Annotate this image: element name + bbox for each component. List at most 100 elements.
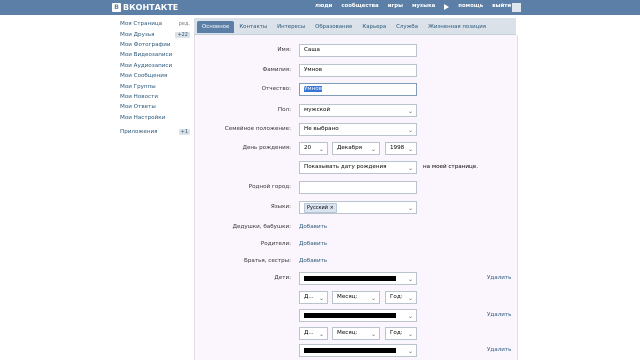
chevron-down-icon: ⌄ [407, 331, 413, 338]
play-icon[interactable] [444, 4, 450, 10]
child-name-select[interactable]: ⌄ [299, 309, 417, 322]
tab-contacts[interactable]: Контакты [234, 21, 272, 33]
child-year-select[interactable]: Год: ⌄ [385, 327, 417, 340]
surname-label: Фамилия: [262, 67, 291, 73]
sex-select[interactable]: мужской ⌄ [299, 104, 417, 117]
tab-interests[interactable]: Интересы [272, 21, 310, 33]
tab-service[interactable]: Служба [391, 21, 423, 33]
show-birthday-note: на моей странице. [423, 164, 478, 170]
child-name-select[interactable]: ⌄ [299, 272, 417, 285]
chevron-down-icon: ⌄ [407, 348, 413, 355]
sidebar-item-label: Мои Фотографии [120, 41, 171, 48]
tab-career[interactable]: Карьера [357, 21, 391, 33]
name-label: Имя: [277, 47, 291, 53]
top-nav: люди сообщества игры музыка помощь выйти [315, 3, 511, 10]
tab-education[interactable]: Образование [310, 21, 357, 33]
sidebar-item-label: Мои Группы [120, 83, 156, 90]
add-parents-link[interactable]: Добавить [299, 241, 327, 247]
delete-child-link[interactable]: Удалить [487, 275, 511, 281]
tab-basic[interactable]: Основное [197, 21, 235, 33]
child-month-select[interactable]: Месяц: ⌄ [332, 327, 380, 340]
birthday-label: День рождения: [242, 145, 291, 151]
sidebar-item-label: Мои Видеозаписи [120, 52, 173, 59]
parents-label: Родители: [260, 241, 291, 247]
siblings-label: Братья, сестры: [244, 258, 291, 264]
sidebar-item-videos[interactable]: Мои Видеозаписи [118, 50, 190, 60]
hometown-input[interactable] [299, 181, 417, 194]
hometown-label: Родной город: [248, 184, 291, 190]
sidebar-item-label: Мои Аудиозаписи [120, 62, 173, 69]
logo-text: ВКОНТАКТЕ [123, 3, 179, 12]
chevron-down-icon: ⌄ [407, 108, 413, 115]
edit-link[interactable]: ред. [179, 21, 190, 27]
sidebar-item-news[interactable]: Мои Новости [118, 92, 190, 102]
sidebar-item-my-page[interactable]: Моя Страница ред. [118, 19, 190, 29]
birthday-month-select[interactable]: Декабря ⌄ [332, 142, 380, 155]
chevron-down-icon: ⌄ [318, 146, 324, 153]
delete-child-link[interactable]: Удалить [487, 312, 511, 318]
redacted-name [304, 348, 396, 353]
sidebar-item-friends[interactable]: Мои Друзья +22 [118, 29, 190, 39]
nav-logout[interactable]: выйти [492, 3, 511, 10]
chevron-down-icon: ⌄ [407, 146, 413, 153]
chevron-down-icon: ⌄ [370, 146, 376, 153]
children-label: Дети: [274, 275, 291, 281]
month-placeholder: Месяц: [337, 294, 358, 300]
nav-people[interactable]: люди [315, 3, 332, 10]
sidebar-item-answers[interactable]: Мои Ответы [118, 102, 190, 112]
chevron-down-icon: ⌄ [407, 295, 413, 302]
add-siblings-link[interactable]: Добавить [299, 258, 327, 264]
sidebar: Моя Страница ред. Мои Друзья +22 Мои Фот… [118, 19, 190, 137]
family-select[interactable]: Не выбрано ⌄ [299, 123, 417, 136]
add-grandparents-link[interactable]: Добавить [299, 224, 327, 230]
nav-help[interactable]: помощь [458, 3, 483, 10]
languages-label: Языки: [270, 204, 291, 210]
show-birthday-select[interactable]: Показывать дату рождения ⌄ [299, 161, 417, 174]
languages-select[interactable]: Русский × ⌄ [299, 201, 417, 214]
chevron-down-icon: ⌄ [407, 205, 413, 212]
chevron-down-icon: ⌄ [407, 313, 413, 320]
child-day-select[interactable]: Д... ⌄ [299, 291, 328, 304]
nav-music[interactable]: музыка [412, 3, 435, 10]
sidebar-item-messages[interactable]: Мои Сообщения [118, 71, 190, 81]
chevron-down-icon: ⌄ [407, 127, 413, 134]
redacted-name [304, 313, 396, 318]
birthday-day-select[interactable]: 20 ⌄ [299, 142, 328, 155]
friends-count-badge: +22 [175, 31, 190, 38]
chevron-down-icon: ⌄ [407, 276, 413, 283]
child-year-select[interactable]: Год: ⌄ [385, 291, 417, 304]
tab-life-position[interactable]: Жизненная позиция [423, 21, 491, 33]
delete-child-link[interactable]: Удалить [487, 347, 511, 353]
sidebar-item-apps[interactable]: Приложения +1 [118, 127, 190, 137]
sidebar-item-photos[interactable]: Мои Фотографии [118, 40, 190, 50]
year-placeholder: Год: [390, 294, 403, 300]
vk-logo-icon: В [112, 3, 121, 12]
language-chip: Русский × [304, 203, 337, 213]
birthday-year-select[interactable]: 1998 ⌄ [385, 142, 417, 155]
selected-text: Умнов [304, 86, 323, 92]
sidebar-item-settings[interactable]: Мои Настройки [118, 113, 190, 123]
patronymic-input[interactable]: Умнов [299, 83, 417, 96]
nav-communities[interactable]: сообщества [341, 3, 378, 10]
sidebar-item-groups[interactable]: Мои Группы [118, 81, 190, 91]
name-input[interactable]: Саша [299, 44, 417, 57]
child-month-select[interactable]: Месяц: ⌄ [332, 291, 380, 304]
apps-count-badge: +1 [178, 129, 190, 136]
chevron-down-icon: ⌄ [370, 331, 376, 338]
sidebar-item-audio[interactable]: Мои Аудиозаписи [118, 61, 190, 71]
show-birthday-value: Показывать дату рождения [304, 164, 387, 170]
sex-value: мужской [304, 107, 331, 113]
redacted-name [304, 276, 396, 281]
chevron-down-icon: ⌄ [318, 295, 324, 302]
surname-input[interactable]: Умнов [299, 64, 417, 77]
vk-logo[interactable]: В ВКОНТАКТЕ [112, 2, 178, 13]
chevron-down-icon: ⌄ [318, 331, 324, 338]
sidebar-item-label: Мои Сообщения [120, 73, 168, 80]
search-box[interactable] [512, 3, 521, 12]
day-value: 20 [304, 145, 312, 151]
child-day-select[interactable]: Д... ⌄ [299, 327, 328, 340]
nav-games[interactable]: игры [388, 3, 403, 10]
child-name-select[interactable]: ⌄ [299, 344, 417, 357]
remove-icon[interactable]: × [330, 205, 334, 211]
grandparents-label: Дедушки, бабушки: [232, 224, 291, 230]
